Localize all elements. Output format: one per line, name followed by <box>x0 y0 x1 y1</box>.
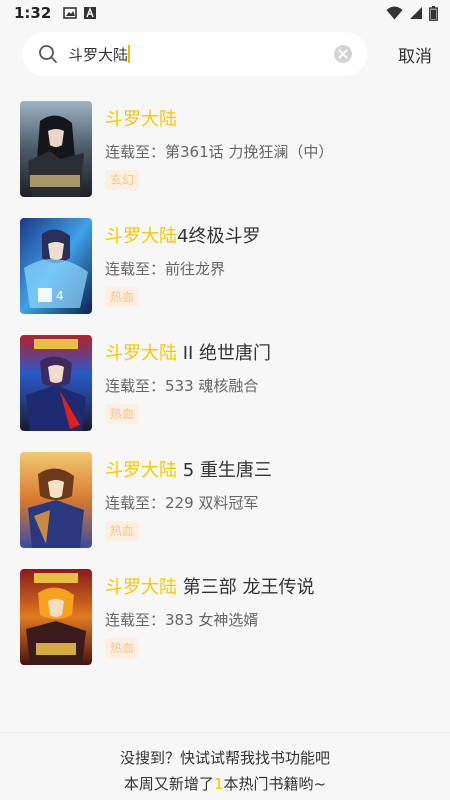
result-item[interactable]: 4 斗罗大陆4终极斗罗 连载至：前往龙界 热血 <box>0 213 450 330</box>
book-cover[interactable] <box>20 452 92 548</box>
update-status: 连载至：前往龙界 <box>105 260 226 278</box>
a-icon <box>84 7 97 19</box>
book-title[interactable]: 斗罗大陆 第三部 龙王传说 <box>105 576 435 600</box>
result-item[interactable]: 斗罗大陆 II 绝世唐门 连载至：533 魂核融合 热血 <box>0 330 450 447</box>
update-status: 连载至：第361话 力挽狂澜（中） <box>105 143 334 161</box>
book-cover[interactable]: 4 <box>20 218 92 314</box>
book-title[interactable]: 斗罗大陆 5 重生唐三 <box>105 459 435 483</box>
search-input[interactable]: 斗罗大陆 <box>68 44 128 65</box>
result-item[interactable]: 斗罗大陆 5 重生唐三 连载至：229 双料冠军 热血 <box>0 447 450 564</box>
book-title[interactable]: 斗罗大陆 <box>105 108 435 132</box>
clear-icon[interactable] <box>333 44 353 64</box>
status-bar: 1:32 <box>0 0 450 26</box>
result-item[interactable]: 斗罗大陆 连载至：第361话 力挽狂澜（中） 玄幻 <box>0 96 450 213</box>
signal-icon <box>410 7 422 19</box>
book-cover[interactable] <box>20 101 92 197</box>
genre-tag: 玄幻 <box>105 170 140 190</box>
search-bar: 斗罗大陆 取消 <box>0 30 450 78</box>
svg-text:4: 4 <box>56 289 64 303</box>
result-item[interactable]: 斗罗大陆 第三部 龙王传说 连载至：383 女神选婿 热血 <box>0 564 450 681</box>
battery-icon <box>429 5 438 21</box>
update-status: 连载至：533 魂核融合 <box>105 377 259 395</box>
genre-tag: 热血 <box>105 287 140 307</box>
genre-tag: 热血 <box>105 404 140 424</box>
find-book-prompt[interactable]: 没搜到？快试试帮我找书功能吧 本周又新增了1本热门书籍哟~ <box>0 732 450 800</box>
update-status: 连载至：383 女神选婿 <box>105 611 259 629</box>
genre-tag: 热血 <box>105 521 140 541</box>
genre-tag: 热血 <box>105 638 140 658</box>
status-time: 1:32 <box>14 4 52 22</box>
text-caret <box>128 45 131 63</box>
book-cover[interactable] <box>20 335 92 431</box>
search-results: 斗罗大陆 连载至：第361话 力挽狂澜（中） 玄幻 4 斗罗大陆4终极斗罗 连载… <box>0 96 450 681</box>
search-box[interactable]: 斗罗大陆 <box>22 32 367 76</box>
book-title[interactable]: 斗罗大陆4终极斗罗 <box>105 225 435 249</box>
search-icon <box>39 45 57 63</box>
book-title[interactable]: 斗罗大陆 II 绝世唐门 <box>105 342 435 366</box>
cancel-button[interactable]: 取消 <box>398 42 432 67</box>
wifi-icon <box>386 6 403 20</box>
book-cover[interactable] <box>20 569 92 665</box>
footer-line-2: 本周又新增了1本热门书籍哟~ <box>123 775 327 793</box>
image-icon <box>63 7 78 19</box>
update-status: 连载至：229 双料冠军 <box>105 494 259 512</box>
footer-line-1: 没搜到？快试试帮我找书功能吧 <box>119 749 330 767</box>
